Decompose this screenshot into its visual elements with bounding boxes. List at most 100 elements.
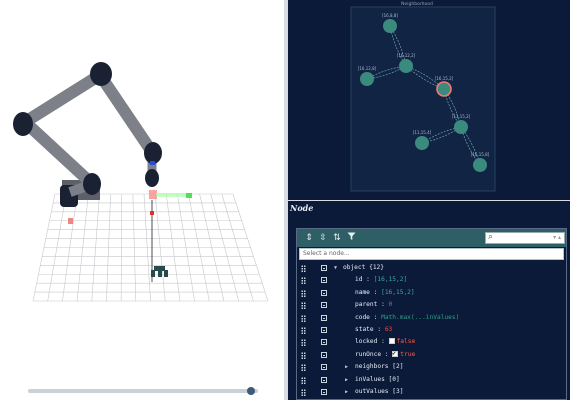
root-count: {12} <box>369 264 384 271</box>
boolean-checkbox[interactable] <box>392 348 399 360</box>
graph-node[interactable] <box>473 158 487 172</box>
tree-key-value: locked : false <box>355 338 416 346</box>
node-select[interactable]: Select a node... <box>299 248 564 260</box>
node-panel: Node ⇕ ⇳ ⇅ ⌕ ▾ ▴ Select a node... ▼ obje… <box>288 201 570 400</box>
context-menu-icon[interactable] <box>321 364 327 371</box>
context-menu-icon[interactable] <box>321 277 327 284</box>
boolean-checkbox[interactable] <box>388 338 395 345</box>
node-panel-title: Node <box>290 203 314 213</box>
tree-key: state <box>355 325 374 333</box>
tree-value[interactable]: 63 <box>385 326 392 333</box>
tree-row[interactable]: runOnce : true <box>297 348 566 361</box>
neighborhood-graph[interactable]: Neighborhood [16,8,8] [16,12,8] [16,12,2] [… <box>288 0 570 200</box>
tree-row[interactable]: ▶ outValues [3] <box>297 386 566 398</box>
graph-title: Neighborhood <box>401 1 433 7</box>
tree-value[interactable]: true <box>400 351 415 358</box>
graph-node[interactable] <box>454 120 468 134</box>
context-menu-icon[interactable] <box>321 302 327 309</box>
axis-marker-red <box>149 190 157 199</box>
collapsed-caret-icon[interactable]: ▶ <box>345 386 348 398</box>
tree-row[interactable]: code : Math.max(...inValues) <box>297 312 566 324</box>
editor-toolbar: ⇕ ⇳ ⇅ ⌕ ▾ ▴ <box>297 229 566 247</box>
joint-1 <box>83 173 101 195</box>
joint-blue-marker <box>150 161 155 165</box>
context-menu-icon[interactable] <box>321 265 327 271</box>
scene-canvas[interactable] <box>0 0 284 400</box>
link-3 <box>95 71 157 156</box>
timeline-slider-track[interactable] <box>28 389 258 393</box>
link-1 <box>20 117 95 187</box>
floor-object <box>151 266 168 277</box>
tree-row[interactable]: parent : 0 <box>297 299 566 311</box>
drag-handle-icon[interactable] <box>301 265 306 272</box>
context-menu-icon[interactable] <box>321 339 327 346</box>
tree-row[interactable]: state : 63 <box>297 324 566 336</box>
tree-row[interactable]: ▶ inValues [0] <box>297 374 566 386</box>
graph-node-label: [16,15,2] <box>435 76 454 81</box>
graph-node[interactable] <box>383 19 397 33</box>
drag-handle-icon[interactable] <box>301 364 306 372</box>
context-menu-icon[interactable] <box>321 326 327 333</box>
tree-value[interactable]: 0 <box>389 301 393 308</box>
filter-nav-arrows-icon[interactable]: ▾ ▴ <box>553 233 561 243</box>
drag-handle-icon[interactable] <box>301 326 306 334</box>
json-tree: ▼ object {12} id : [16,15,2] name : [16,1… <box>297 262 566 399</box>
context-menu-icon[interactable] <box>321 388 327 395</box>
context-menu-icon[interactable] <box>321 351 327 358</box>
drag-handle-icon[interactable] <box>301 302 306 310</box>
tree-key: code <box>355 313 370 321</box>
context-menu-icon[interactable] <box>321 314 327 321</box>
tree-key: neighbors <box>355 363 389 371</box>
tree-key: parent <box>355 301 378 309</box>
drag-handle-icon[interactable] <box>301 339 306 347</box>
end-effector-dot <box>150 211 154 215</box>
tree-row[interactable]: ▶ neighbors [2] <box>297 361 566 373</box>
tree-key: locked <box>355 338 378 346</box>
joint-3 <box>90 62 112 86</box>
graph-node-label: [16,12,8] <box>358 66 377 71</box>
expand-all-icon[interactable]: ⇕ <box>303 232 315 244</box>
tree-value[interactable]: false <box>397 338 416 345</box>
collapsed-caret-icon[interactable]: ▶ <box>345 361 348 373</box>
graph-node[interactable] <box>436 81 452 97</box>
drag-handle-icon[interactable] <box>301 388 306 396</box>
graph-node-label: [16,8,8] <box>382 13 398 18</box>
tree-row[interactable]: locked : false <box>297 336 566 348</box>
sort-icon[interactable]: ⇅ <box>331 232 343 244</box>
joint-2 <box>13 112 33 136</box>
tree-value[interactable]: [16,15,2] <box>381 289 415 296</box>
tree-key-value: runOnce : true <box>355 348 415 361</box>
expanded-caret-icon[interactable]: ▼ <box>334 262 337 274</box>
tree-value[interactable]: [16,15,2] <box>374 276 408 283</box>
tree-value[interactable]: [2] <box>392 363 403 370</box>
ground-grid <box>32 193 269 302</box>
tree-value[interactable]: [3] <box>392 388 403 395</box>
3d-viewport[interactable] <box>0 0 284 400</box>
drag-handle-icon[interactable] <box>301 277 306 285</box>
context-menu-icon[interactable] <box>321 289 327 296</box>
graph-panel: Neighborhood [16,8,8] [16,12,8] [16,12,2] [… <box>288 0 570 200</box>
drag-handle-icon[interactable] <box>301 376 306 384</box>
tree-row[interactable]: id : [16,15,2] <box>297 274 566 286</box>
context-menu-icon[interactable] <box>321 376 327 383</box>
tree-value[interactable]: Math.max(...inValues) <box>381 314 459 321</box>
collapse-all-icon[interactable]: ⇳ <box>317 232 329 244</box>
tree-key-value: code : Math.max(...inValues) <box>355 313 460 321</box>
tree-key-value: id : [16,15,2] <box>355 276 408 284</box>
drag-handle-icon[interactable] <box>301 314 306 322</box>
collapsed-caret-icon[interactable]: ▶ <box>345 374 348 386</box>
filter-icon[interactable] <box>345 232 357 244</box>
graph-node[interactable] <box>415 136 429 150</box>
drag-handle-icon[interactable] <box>301 351 306 359</box>
tree-row-root[interactable]: ▼ object {12} <box>297 262 566 274</box>
drag-handle-icon[interactable] <box>301 289 306 297</box>
tree-value[interactable]: [0] <box>389 376 400 383</box>
graph-node-label: [16,12,2] <box>397 53 416 58</box>
tree-row[interactable]: name : [16,15,2] <box>297 287 566 299</box>
graph-node[interactable] <box>360 72 374 86</box>
tree-key: name <box>355 288 370 296</box>
filter-input[interactable]: ⌕ ▾ ▴ <box>485 232 565 244</box>
tree-key: outValues <box>355 387 389 395</box>
graph-node[interactable] <box>399 59 413 73</box>
graph-node-label: [16,15,8] <box>471 152 490 157</box>
